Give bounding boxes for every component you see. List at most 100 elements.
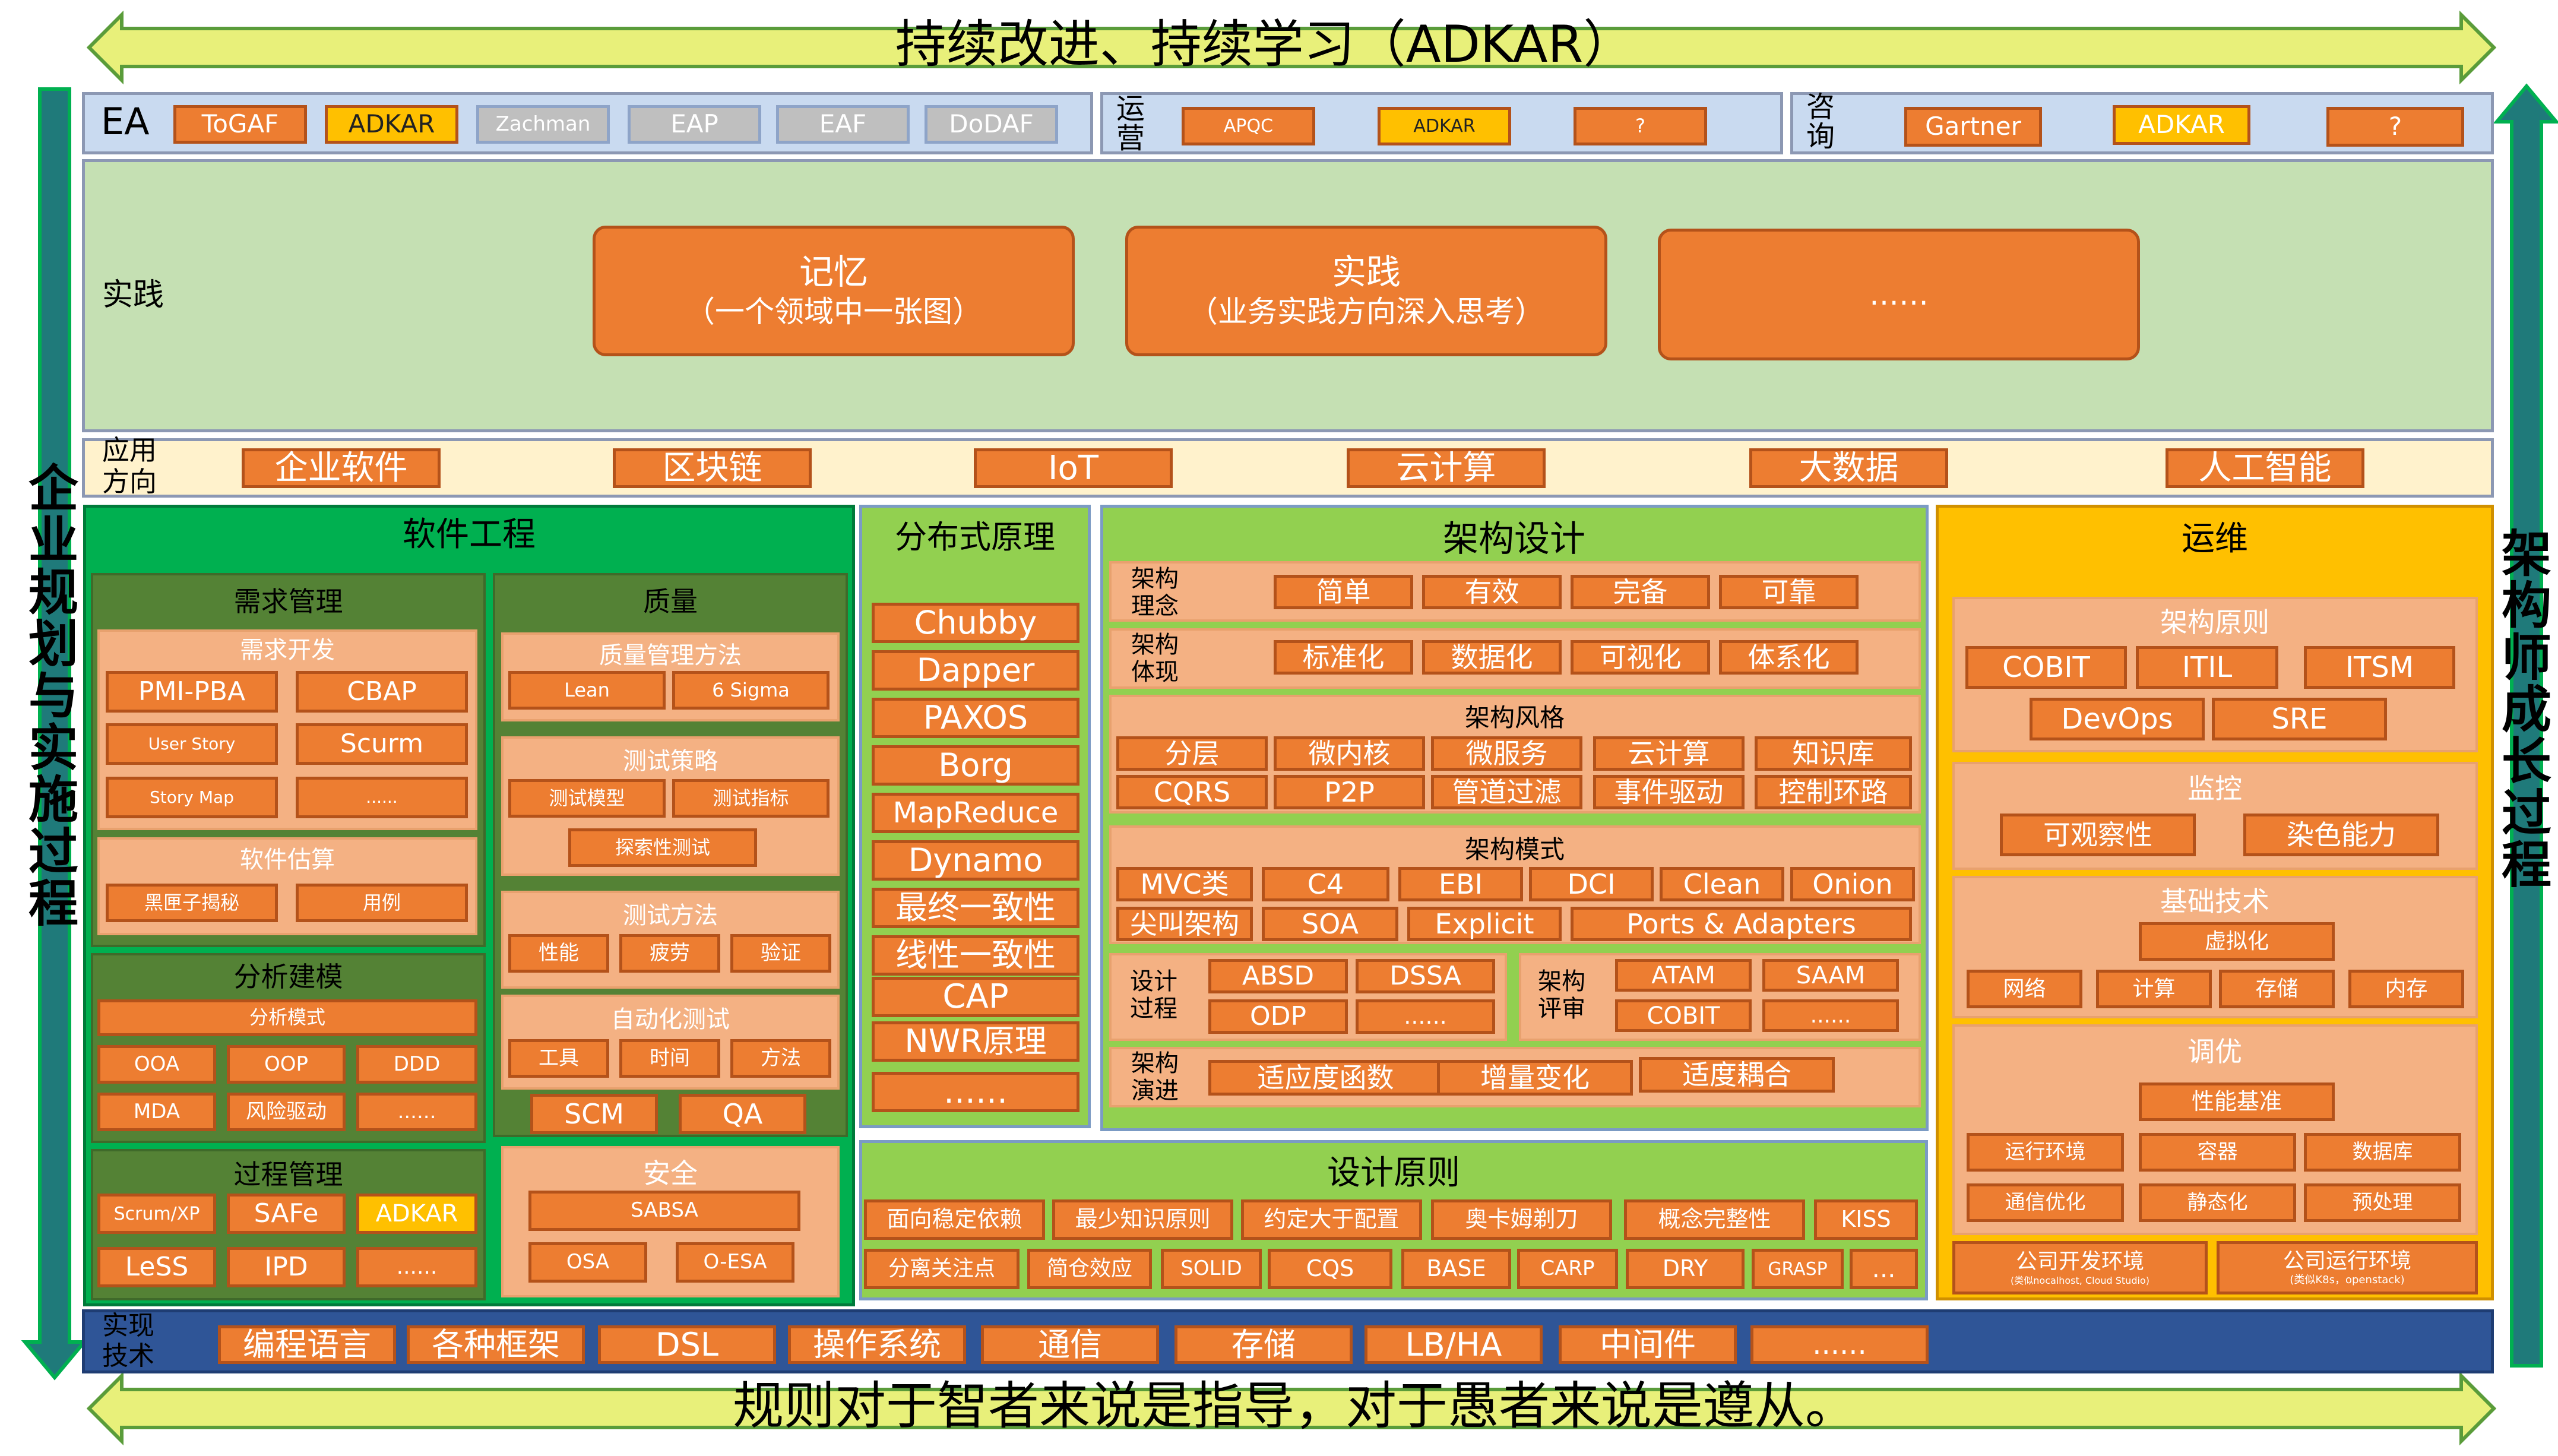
req-mgmt-title: 需求管理 xyxy=(233,585,343,618)
analysis-pattern: 分析模式 xyxy=(97,999,477,1036)
arch-style-layered: 分层 xyxy=(1116,736,1268,771)
tech-middleware: 中间件 xyxy=(1559,1325,1737,1364)
ops-tuning-title: 调优 xyxy=(2187,1036,2242,1068)
app-bigdata: 大数据 xyxy=(1749,448,1948,488)
dp-grasp: GRASP xyxy=(1752,1249,1844,1289)
analysis-oop: OOP xyxy=(227,1045,346,1084)
tech-comm: 通信 xyxy=(981,1325,1159,1364)
consult-label: 咨询 xyxy=(1806,90,1835,154)
arch-pattern-onion: Onion xyxy=(1790,867,1915,901)
ops-database: 数据库 xyxy=(2304,1133,2461,1172)
practice-practice-sub: （业务实践方向深入思考） xyxy=(1188,295,1544,330)
arch-sys-visual: 可视化 xyxy=(1571,640,1710,675)
tech-dsl: DSL xyxy=(598,1325,776,1364)
arch-style-cqrs: CQRS xyxy=(1116,775,1268,809)
evo-fitness: 适应度函数 xyxy=(1208,1060,1443,1096)
ea-togaf: ToGAF xyxy=(173,105,307,144)
dist-dynamo: Dynamo xyxy=(872,840,1079,881)
arch-pattern-c4: C4 xyxy=(1262,867,1389,901)
security-sabsa: SABSA xyxy=(528,1191,800,1231)
app-direction-label: 应用 方向 xyxy=(102,434,157,498)
design-process-label: 设计 过程 xyxy=(1130,968,1177,1023)
arch-idea-label: 架构 理念 xyxy=(1131,565,1179,620)
ops-itsm: ITSM xyxy=(2304,646,2455,689)
ea-label: EA xyxy=(101,100,150,143)
process-more: ...... xyxy=(356,1247,477,1287)
analysis-ddd: DDD xyxy=(356,1045,477,1084)
auto-time: 时间 xyxy=(619,1039,720,1078)
dist-mapreduce: MapReduce xyxy=(872,793,1079,833)
ops-unknown: ? xyxy=(1574,107,1707,145)
tech-storage: 存储 xyxy=(1174,1325,1353,1364)
practice-practice: 实践 （业务实践方向深入思考） xyxy=(1125,226,1607,356)
arch-evolution-label: 架构 演进 xyxy=(1131,1050,1179,1104)
design-principle-title: 设计原则 xyxy=(1327,1154,1460,1192)
dp-occam: 奥卡姆剃刀 xyxy=(1431,1199,1612,1240)
arch-idea-reliable: 可靠 xyxy=(1719,575,1859,609)
ops-memory: 内存 xyxy=(2348,970,2464,1008)
arch-style-event: 事件驱动 xyxy=(1593,775,1745,809)
dp-stable-dep: 面向稳定依赖 xyxy=(864,1199,1045,1240)
consult-gartner: Gartner xyxy=(1904,107,2042,147)
ops-arch-title: 架构原则 xyxy=(2160,606,2269,638)
top-banner-text: 持续改进、持续学习（ADKAR） xyxy=(895,15,1635,74)
arch-sys-data: 数据化 xyxy=(1422,640,1562,675)
app-direction-section xyxy=(82,438,2494,498)
dist-nwr: NWR原理 xyxy=(872,1021,1079,1062)
test-verify: 验证 xyxy=(730,934,831,973)
arch-pattern-ebi: EBI xyxy=(1398,867,1523,901)
dp-convention: 约定大于配置 xyxy=(1241,1199,1422,1240)
arch-review-label: 架构 评审 xyxy=(1538,968,1585,1023)
ops-dev-env-title: 公司开发环境 xyxy=(2015,1249,2144,1274)
ea-adkar: ADKAR xyxy=(325,105,458,144)
quality-qa: QA xyxy=(679,1094,806,1134)
ops-preprocess: 预处理 xyxy=(2304,1183,2461,1222)
ops-itil: ITIL xyxy=(2136,646,2278,689)
analysis-mda: MDA xyxy=(97,1093,216,1131)
practice-practice-title: 实践 xyxy=(1331,251,1401,292)
security-title: 安全 xyxy=(643,1157,698,1189)
review-saam: SAAM xyxy=(1762,959,1899,992)
dp-solid: SOLID xyxy=(1161,1249,1262,1289)
process-scrum-xp: Scrum/XP xyxy=(97,1194,216,1234)
ops-apqc: APQC xyxy=(1182,107,1315,145)
evo-incremental: 增量变化 xyxy=(1437,1060,1633,1096)
ea-dodaf: DoDAF xyxy=(925,105,1058,144)
req-user-story: User Story xyxy=(106,723,278,765)
arch-sys-label: 架构 体现 xyxy=(1131,631,1179,686)
ops-label: 运营 xyxy=(1116,92,1145,156)
ops-infra-title: 基础技术 xyxy=(2160,885,2269,917)
dp-odp: ODP xyxy=(1208,999,1348,1034)
arch-style-control: 控制环路 xyxy=(1755,775,1912,809)
analysis-title: 分析建模 xyxy=(233,961,343,993)
practice-memory-sub: （一个领域中一张图） xyxy=(685,295,982,330)
process-adkar: ADKAR xyxy=(356,1194,477,1234)
dist-paxos: PAXOS xyxy=(872,698,1079,738)
test-performance: 性能 xyxy=(508,934,609,973)
req-est-title: 软件估算 xyxy=(240,846,335,873)
arch-sys-standard: 标准化 xyxy=(1274,640,1413,675)
consult-unknown: ? xyxy=(2326,107,2464,147)
ops-cobit: COBIT xyxy=(1965,646,2127,689)
analysis-more: ...... xyxy=(356,1093,477,1131)
quality-6sigma: 6 Sigma xyxy=(672,671,830,710)
ops-benchmark: 性能基准 xyxy=(2139,1082,2335,1121)
tech-framework: 各种框架 xyxy=(407,1325,585,1364)
analysis-ooa: OOA xyxy=(97,1045,216,1084)
dp-least-knowledge: 最少知识原则 xyxy=(1052,1199,1233,1240)
dist-linear: 线性一致性 xyxy=(872,935,1079,976)
process-safe: SAFe xyxy=(227,1194,346,1234)
dist-eventual: 最终一致性 xyxy=(872,888,1079,928)
req-est-blackbox: 黑匣子揭秘 xyxy=(106,884,278,922)
process-title: 过程管理 xyxy=(233,1159,343,1191)
ops-run-env-title: 公司运行环境 xyxy=(2282,1248,2411,1273)
review-cobit: COBIT xyxy=(1615,999,1752,1032)
arch-style-microkernel: 微内核 xyxy=(1274,736,1425,771)
ops-monitor-title: 监控 xyxy=(2187,773,2242,805)
req-cbap: CBAP xyxy=(296,671,468,713)
tech-lang: 编程语言 xyxy=(218,1325,396,1364)
process-less: LeSS xyxy=(97,1247,216,1287)
test-model: 测试模型 xyxy=(508,779,666,818)
evo-coupling: 适度耦合 xyxy=(1639,1057,1835,1093)
bottom-banner-text: 规则对于智者来说是指导，对于愚者来说是遵从。 xyxy=(733,1376,1856,1436)
